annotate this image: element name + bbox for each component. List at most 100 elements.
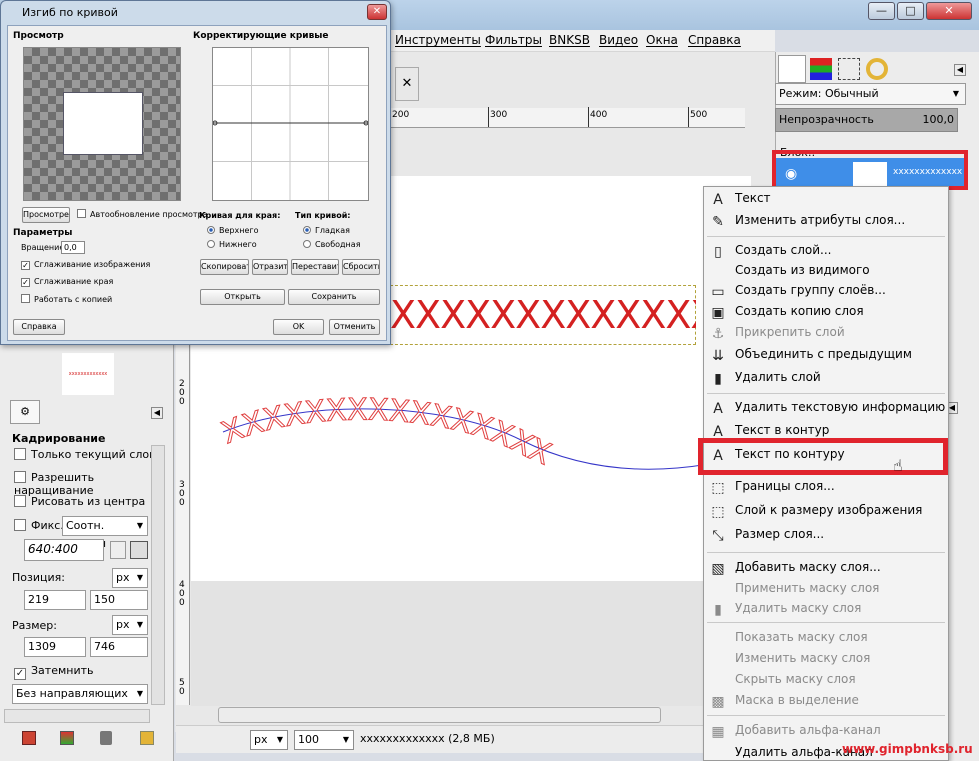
fixed-option[interactable]: Фикс.: (14, 519, 68, 532)
context-menu-item[interactable]: Показать маску слоя (735, 630, 868, 644)
allow-growing-option[interactable]: Разрешить наращивание (14, 471, 173, 497)
save-button[interactable]: Сохранить (288, 289, 380, 305)
context-menu-item[interactable]: Удалить слой (735, 370, 821, 384)
context-menu-item[interactable]: Слой к размеру изображения (735, 503, 922, 517)
context-menu-item[interactable]: Создать группу слоёв... (735, 283, 886, 297)
context-menu-item[interactable]: Текст (735, 191, 771, 205)
checkbox[interactable] (14, 448, 26, 460)
preview-button[interactable]: Просмотреть (22, 207, 70, 223)
menu-video[interactable]: Видео (599, 33, 638, 47)
menu-help[interactable]: Справка (688, 33, 741, 47)
position-unit-combo[interactable]: px ▼ (112, 568, 148, 588)
copy-button[interactable]: Скопировать (200, 259, 249, 275)
image-thumbnail[interactable]: xxxxxxxxxxxxx (62, 353, 114, 395)
context-menu-item[interactable]: Размер слоя... (735, 527, 824, 541)
minimize-button[interactable]: — (868, 2, 895, 20)
swap-button[interactable]: Переставить (291, 259, 339, 275)
cancel-button[interactable]: Отменить (329, 319, 380, 335)
context-menu-item[interactable]: Создать из видимого (735, 263, 870, 277)
restore-options-icon[interactable] (60, 731, 74, 745)
rotation-field[interactable]: 0,0 (61, 241, 85, 254)
context-menu-item[interactable]: Добавить маску слоя... (735, 560, 881, 574)
checkbox-checked[interactable]: ✓ (21, 261, 30, 270)
edge-lower-option[interactable]: Нижнего (207, 240, 257, 249)
reset-button[interactable]: Сбросить (342, 259, 380, 275)
guides-combo[interactable]: Без направляющих ▼ (12, 684, 148, 704)
menu-windows[interactable]: Окна (646, 33, 678, 47)
context-menu-item[interactable]: Удалить текстовую информацию (735, 400, 945, 414)
size-w-field[interactable]: 1309 (24, 637, 86, 657)
context-menu-item[interactable]: Применить маску слоя (735, 581, 879, 595)
landscape-icon[interactable] (130, 541, 148, 559)
zoom-combo[interactable]: 100 ▼ (294, 730, 354, 750)
options-scrollbar[interactable] (151, 445, 165, 705)
maximize-button[interactable]: □ (897, 2, 924, 20)
checkbox-checked[interactable]: ✓ (21, 278, 30, 287)
checkbox[interactable] (14, 519, 26, 531)
checkbox[interactable] (14, 495, 26, 507)
curve-editor[interactable] (212, 47, 369, 201)
context-menu-item[interactable]: Границы слоя... (735, 479, 835, 493)
channels-tab-icon[interactable] (810, 58, 832, 80)
help-button[interactable]: Справка (13, 319, 65, 335)
layer-mode-combo[interactable]: Режим: Обычный ▼ (775, 83, 966, 105)
context-menu-item[interactable]: Создать слой... (735, 243, 831, 257)
only-current-layer-option[interactable]: Только текущий слой (14, 448, 156, 461)
portrait-icon[interactable] (110, 541, 126, 559)
layers-tab-icon[interactable] (778, 55, 806, 83)
context-menu-item[interactable]: Добавить альфа-канал (735, 723, 881, 737)
radio[interactable] (303, 240, 311, 248)
aspect-ratio-field[interactable]: 640:400 (24, 539, 104, 561)
dialog-close-button[interactable]: ✕ (367, 4, 387, 20)
context-menu-item[interactable]: Изменить атрибуты слоя... (735, 213, 905, 227)
radio-selected[interactable] (207, 226, 215, 234)
close-window-button[interactable]: ✕ (926, 2, 972, 20)
edge-upper-option[interactable]: Верхнего (207, 226, 258, 235)
smooth-edges-option[interactable]: ✓ Сглаживание края (21, 277, 113, 287)
reset-options-icon[interactable] (140, 731, 154, 745)
options-hscrollbar[interactable] (4, 709, 150, 723)
context-menu-item[interactable]: Прикрепить слой (735, 325, 845, 339)
checkbox[interactable] (77, 209, 86, 218)
dock-menu-button[interactable]: ◀ (954, 64, 966, 76)
work-copy-option[interactable]: Работать с копией (21, 294, 112, 304)
context-menu-item[interactable]: Маска в выделение (735, 693, 859, 707)
checkbox[interactable] (14, 471, 26, 483)
context-menu-item[interactable]: Скрыть маску слоя (735, 672, 856, 686)
radio-selected[interactable] (303, 226, 311, 234)
open-button[interactable]: Открыть (200, 289, 285, 305)
unit-combo[interactable]: px ▼ (250, 730, 288, 750)
panel-menu-button[interactable]: ◀ (151, 407, 163, 419)
size-unit-combo[interactable]: px ▼ (112, 615, 148, 635)
smooth-image-option[interactable]: ✓ Сглаживание изображения (21, 260, 150, 270)
from-center-option[interactable]: Рисовать из центра (14, 495, 145, 508)
context-menu-item[interactable]: Создать копию слоя (735, 304, 864, 318)
menu-bnksb[interactable]: BNKSB (549, 33, 590, 47)
curve-free-option[interactable]: Свободная (303, 240, 361, 249)
position-x-field[interactable]: 219 (24, 590, 86, 610)
tool-options-tab[interactable]: ⚙ (10, 400, 40, 424)
trash-icon[interactable] (100, 731, 112, 745)
checkbox[interactable] (21, 294, 30, 303)
save-options-icon[interactable] (22, 731, 36, 745)
close-image-tab-button[interactable]: ✕ (395, 67, 419, 101)
context-menu-item[interactable]: Объединить с предыдущим (735, 347, 912, 361)
position-y-field[interactable]: 150 (90, 590, 148, 610)
auto-update-option[interactable]: Автообновление просмотра (77, 209, 208, 219)
opacity-slider[interactable]: Непрозрачность 100,0 (775, 108, 958, 132)
radio[interactable] (207, 240, 215, 248)
context-menu-item[interactable]: Текст в контур (735, 423, 829, 437)
undo-history-tab-icon[interactable] (866, 58, 888, 80)
paths-tab-icon[interactable] (838, 58, 860, 80)
context-menu-item[interactable]: Удалить маску слоя (735, 601, 861, 615)
mirror-button[interactable]: Отразить (252, 259, 288, 275)
ok-button[interactable]: OK (273, 319, 324, 335)
checkbox-checked[interactable]: ✓ (14, 668, 26, 680)
context-menu-item[interactable]: Изменить маску слоя (735, 651, 870, 665)
curve-smooth-option[interactable]: Гладкая (303, 226, 350, 235)
horizontal-scrollbar[interactable] (218, 707, 661, 723)
menu-filters[interactable]: Фильтры (485, 33, 542, 47)
size-h-field[interactable]: 746 (90, 637, 148, 657)
menu-tools[interactable]: Инструменты (395, 33, 481, 47)
fixed-mode-combo[interactable]: Соотн. сторон ▼ (62, 516, 148, 550)
